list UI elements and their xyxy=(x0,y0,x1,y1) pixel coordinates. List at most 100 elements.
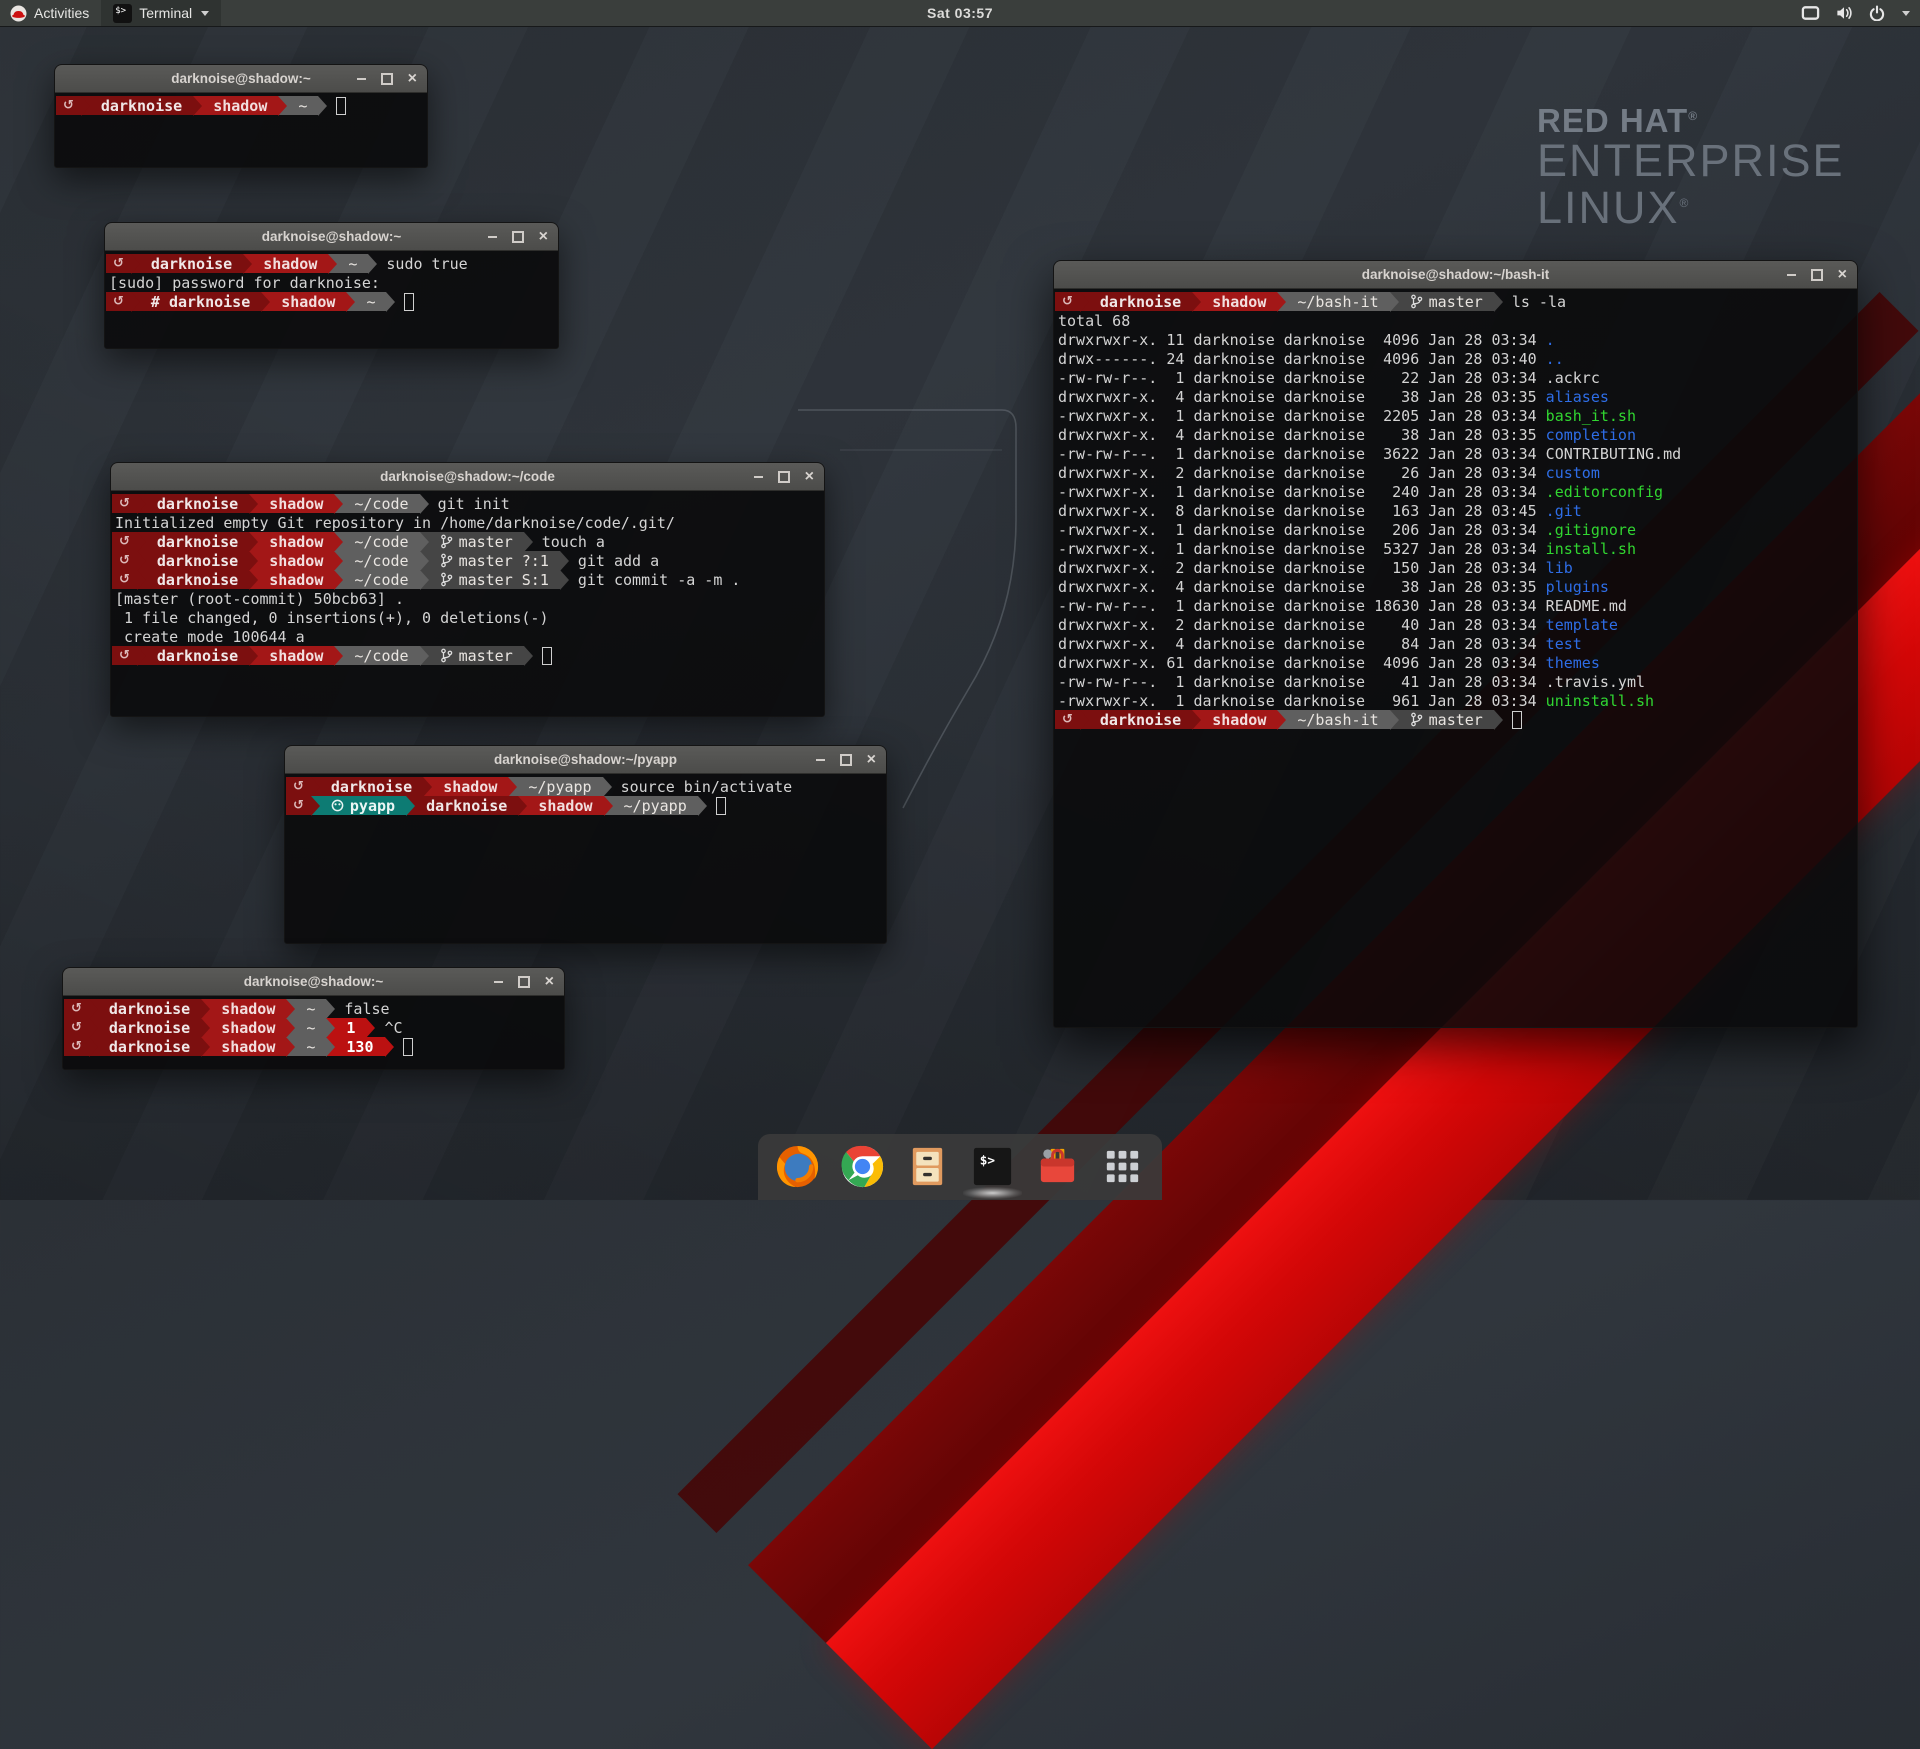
maximize-button[interactable] xyxy=(381,73,393,85)
dock-firefox-icon[interactable] xyxy=(774,1143,821,1190)
titlebar[interactable]: darknoise@shadow:~/code × xyxy=(111,463,824,491)
power-icon[interactable] xyxy=(1869,5,1885,21)
terminal-content[interactable]: ↺darknoiseshadow~ xyxy=(55,93,427,167)
ls-entry-attributes: drwxrwxr-x. 4 darknoise darknoise 84 Jan… xyxy=(1055,634,1546,653)
maximize-button[interactable] xyxy=(840,754,852,766)
prompt-segment-host: shadow xyxy=(210,1018,286,1037)
close-button[interactable]: × xyxy=(805,469,814,485)
activities-button[interactable]: Activities xyxy=(0,0,101,26)
minimize-button[interactable] xyxy=(357,78,366,80)
ls-entry-name: test xyxy=(1546,634,1582,653)
prompt-segment-path: ~ xyxy=(295,999,326,1018)
minimize-button[interactable] xyxy=(494,981,503,983)
terminal-content[interactable]: ↺darknoiseshadow~/pyappsource bin/activa… xyxy=(285,774,886,943)
maximize-button[interactable] xyxy=(518,976,530,988)
maximize-button[interactable] xyxy=(778,471,790,483)
ls-entry-name: bash_it.sh xyxy=(1546,406,1636,425)
terminal-line: create mode 100644 a xyxy=(112,627,824,646)
prompt-segment-icon: ↺ xyxy=(64,1037,89,1056)
powerline-separator xyxy=(1080,710,1089,729)
powerline-separator xyxy=(366,1018,375,1037)
ls-entry-attributes: -rw-rw-r--. 1 darknoise darknoise 22 Jan… xyxy=(1055,368,1546,387)
ls-entry-name: custom xyxy=(1546,463,1600,482)
ls-entry-name: themes xyxy=(1546,653,1600,672)
terminal-line: drwxrwxr-x. 4 darknoise darknoise 38 Jan… xyxy=(1055,387,1857,406)
terminal-content[interactable]: ↺darknoiseshadow~false↺darknoiseshadow~1… xyxy=(63,996,564,1069)
typed-command: git commit -a -m . xyxy=(578,570,741,589)
dock-app-grid-icon[interactable] xyxy=(1099,1143,1146,1190)
chevron-down-icon[interactable] xyxy=(1902,11,1910,16)
maximize-button[interactable] xyxy=(512,231,524,243)
close-button[interactable]: × xyxy=(408,71,417,87)
prompt-segment-host: shadow xyxy=(1201,292,1277,311)
terminal-content[interactable]: ↺darknoiseshadow~sudo true[sudo] passwor… xyxy=(105,251,558,348)
terminal-content[interactable]: ↺darknoiseshadow~/codegit initInitialize… xyxy=(111,491,824,716)
terminal-line: 1 file changed, 0 insertions(+), 0 delet… xyxy=(112,608,824,627)
terminal-cursor xyxy=(403,1038,413,1056)
redhat-swirl-icon: ↺ xyxy=(113,256,124,271)
dock-toolbox-icon[interactable] xyxy=(1034,1143,1081,1190)
terminal-content[interactable]: ↺darknoiseshadow~/bash-itmasterls -latot… xyxy=(1054,289,1857,1027)
close-button[interactable]: × xyxy=(867,752,876,768)
minimize-button[interactable] xyxy=(488,236,497,238)
prompt-segment-path: ~ xyxy=(295,1018,326,1037)
powerline-separator xyxy=(1494,710,1503,729)
prompt-segment-user: darknoise xyxy=(98,1037,201,1056)
typed-command: ls -la xyxy=(1512,292,1566,311)
dock-terminal-icon[interactable]: $> xyxy=(969,1143,1016,1190)
powerline-separator xyxy=(368,254,377,273)
terminal-line: ↺# darknoiseshadow~ xyxy=(106,292,558,311)
powerline-separator xyxy=(420,532,429,551)
window-title: darknoise@shadow:~/pyapp xyxy=(494,752,677,767)
terminal-line: ↺darknoiseshadow~/codemaster ?:1git add … xyxy=(112,551,824,570)
prompt-segment-path: ~/pyapp xyxy=(613,796,698,815)
titlebar[interactable]: darknoise@shadow:~ × xyxy=(105,223,558,251)
powerline-separator xyxy=(193,96,202,115)
prompt-segment-host: shadow xyxy=(210,1037,286,1056)
window-title: darknoise@shadow:~/code xyxy=(380,469,555,484)
powerline-separator xyxy=(89,1037,98,1056)
prompt-segment-icon: ↺ xyxy=(56,96,81,115)
powerline-separator xyxy=(420,646,429,665)
prompt-segment-host: shadow xyxy=(210,999,286,1018)
titlebar[interactable]: darknoise@shadow:~ × xyxy=(63,968,564,996)
volume-icon[interactable] xyxy=(1835,5,1854,21)
terminal-line: drwxrwxr-x. 2 darknoise darknoise 150 Ja… xyxy=(1055,558,1857,577)
focused-app-menu[interactable]: $> Terminal xyxy=(101,0,221,26)
terminal-line: -rw-rw-r--. 1 darknoise darknoise 41 Jan… xyxy=(1055,672,1857,691)
powerline-separator xyxy=(137,494,146,513)
minimize-button[interactable] xyxy=(1787,274,1796,276)
dock-chrome-icon[interactable] xyxy=(839,1143,886,1190)
close-button[interactable]: × xyxy=(545,974,554,990)
terminal-line: -rwxrwxr-x. 1 darknoise darknoise 2205 J… xyxy=(1055,406,1857,425)
powerline-separator xyxy=(603,777,612,796)
redhat-swirl-icon: ↺ xyxy=(71,1020,82,1035)
titlebar[interactable]: darknoise@shadow:~ × xyxy=(55,65,427,93)
terminal-line: ↺darknoiseshadow~/codemaster S:1git comm… xyxy=(112,570,824,589)
display-icon[interactable] xyxy=(1801,5,1820,21)
logo-enterprise-text: ENTERPRISE xyxy=(1537,138,1845,185)
dock-files-icon[interactable] xyxy=(904,1143,951,1190)
titlebar[interactable]: darknoise@shadow:~/bash-it × xyxy=(1054,261,1857,289)
powerline-separator xyxy=(249,570,258,589)
redhat-swirl-icon: ↺ xyxy=(63,98,74,113)
close-button[interactable]: × xyxy=(1838,267,1847,283)
powerline-separator xyxy=(604,796,613,815)
output-text: 1 file changed, 0 insertions(+), 0 delet… xyxy=(112,608,548,627)
terminal-window-home-2: darknoise@shadow:~ × ↺darknoiseshadow~fa… xyxy=(62,967,565,1070)
prompt-segment-user: darknoise xyxy=(140,254,243,273)
minimize-button[interactable] xyxy=(754,476,763,478)
powerline-separator xyxy=(1277,710,1286,729)
close-button[interactable]: × xyxy=(539,229,548,245)
window-title: darknoise@shadow:~ xyxy=(171,71,311,86)
prompt-segment-icon: ↺ xyxy=(286,796,311,815)
titlebar[interactable]: darknoise@shadow:~/pyapp × xyxy=(285,746,886,774)
powerline-separator xyxy=(201,999,210,1018)
terminal-line: -rwxrwxr-x. 1 darknoise darknoise 206 Ja… xyxy=(1055,520,1857,539)
maximize-button[interactable] xyxy=(1811,269,1823,281)
minimize-button[interactable] xyxy=(816,759,825,761)
redhat-swirl-icon: ↺ xyxy=(71,1039,82,1054)
ls-entry-name: plugins xyxy=(1546,577,1609,596)
powerline-separator xyxy=(334,551,343,570)
clock[interactable]: Sat 03:57 xyxy=(927,5,993,21)
